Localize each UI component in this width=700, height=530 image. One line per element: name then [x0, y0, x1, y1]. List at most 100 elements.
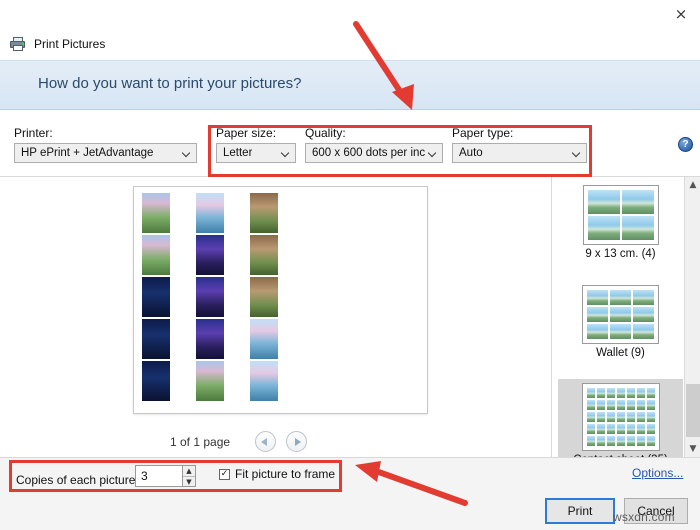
layout-cell — [621, 190, 654, 214]
contact-sheet-thumbnail — [250, 193, 278, 233]
layout-cell — [596, 388, 605, 398]
contact-sheet-thumbnail — [196, 319, 224, 359]
printer-label: Printer: — [14, 126, 53, 140]
layout-cell — [646, 400, 655, 410]
layout-cell — [616, 424, 625, 434]
layout-cell — [587, 216, 620, 240]
layout-cell — [636, 424, 645, 434]
layout-cell — [616, 436, 625, 446]
contact-sheet-row — [142, 319, 322, 359]
close-icon[interactable]: × — [666, 2, 696, 26]
app-header: Print Pictures — [0, 28, 700, 60]
header-banner: How do you want to print your pictures? — [0, 60, 700, 110]
contact-sheet-thumbnail — [142, 235, 170, 275]
options-link[interactable]: Options... — [632, 466, 683, 480]
layout-cell — [633, 307, 654, 322]
layout-cell — [587, 307, 608, 322]
layout-cell — [596, 412, 605, 422]
copies-settings-highlight — [9, 460, 342, 492]
layout-cell — [596, 400, 605, 410]
layout-cell — [586, 424, 595, 434]
layout-cell — [610, 307, 631, 322]
layout-cell — [610, 324, 631, 339]
layout-list[interactable]: 9 x 13 cm. (4) Wallet (9) Contact sheet (3… — [551, 177, 700, 469]
next-page-button[interactable] — [286, 431, 307, 452]
layout-thumbnail — [581, 383, 660, 451]
layout-thumbnail — [582, 185, 659, 245]
layout-cell — [636, 388, 645, 398]
layout-cell — [626, 436, 635, 446]
contact-sheet-thumbnail — [250, 235, 278, 275]
layout-cell — [626, 388, 635, 398]
layout-thumbnail — [582, 285, 659, 344]
printer-select[interactable]: HP ePrint + JetAdvantage — [14, 143, 197, 163]
contact-sheet-thumbnail — [142, 361, 170, 401]
contact-sheet-thumbnail — [196, 277, 224, 317]
layout-cell — [626, 400, 635, 410]
layout-scrollbar[interactable]: ▲ ▼ — [684, 177, 700, 457]
layout-cell — [586, 400, 595, 410]
layout-option-label: Wallet (9) — [596, 347, 645, 359]
layout-cell — [586, 436, 595, 446]
contact-sheet-grid — [142, 193, 322, 403]
print-button[interactable]: Print — [545, 498, 615, 524]
layout-cell — [596, 424, 605, 434]
layout-cell — [606, 436, 615, 446]
chevron-down-icon — [183, 149, 192, 158]
page-status: 1 of 1 page — [170, 435, 231, 449]
app-title: Print Pictures — [34, 37, 106, 51]
contact-sheet-thumbnail — [142, 319, 170, 359]
layout-cell — [646, 436, 655, 446]
contact-sheet-thumbnail — [250, 319, 278, 359]
layout-cell — [636, 400, 645, 410]
layout-cell — [616, 412, 625, 422]
page-title: How do you want to print your pictures? — [38, 75, 302, 92]
scrollbar-thumb[interactable] — [686, 384, 700, 437]
contact-sheet-row — [142, 277, 322, 317]
layout-cell — [646, 388, 655, 398]
printer-field: Printer: HP ePrint + JetAdvantage — [14, 126, 197, 163]
contact-sheet-row — [142, 361, 322, 401]
layout-option[interactable]: Wallet (9) — [558, 281, 683, 362]
layout-cell — [636, 436, 645, 446]
layout-cell — [587, 290, 608, 305]
layout-cell — [633, 290, 654, 305]
title-bar: × — [0, 0, 700, 28]
layout-cell — [610, 290, 631, 305]
contact-sheet-row — [142, 235, 322, 275]
watermark: wsxdn.com — [613, 510, 675, 524]
layout-option[interactable]: Contact sheet (35) — [558, 379, 683, 469]
layout-cell — [587, 324, 608, 339]
layout-cell — [606, 424, 615, 434]
contact-sheet-thumbnail — [196, 235, 224, 275]
print-preview-pane — [0, 177, 551, 429]
layout-cell — [606, 412, 615, 422]
layout-cell — [646, 424, 655, 434]
layout-option[interactable]: 9 x 13 cm. (4) — [558, 181, 683, 263]
scroll-up-icon[interactable]: ▲ — [685, 177, 700, 193]
layout-cell — [621, 216, 654, 240]
layout-option-label: 9 x 13 cm. (4) — [585, 248, 656, 260]
preview-page — [133, 186, 428, 414]
layout-cell — [586, 412, 595, 422]
scroll-down-icon[interactable]: ▼ — [685, 441, 700, 457]
contact-sheet-row — [142, 193, 322, 233]
layout-cell — [626, 412, 635, 422]
contact-sheet-thumbnail — [250, 361, 278, 401]
page-navigation: 1 of 1 page — [0, 429, 551, 457]
layout-cell — [626, 424, 635, 434]
contact-sheet-thumbnail — [196, 193, 224, 233]
printer-icon — [10, 36, 27, 52]
previous-page-button[interactable] — [255, 431, 276, 452]
help-icon[interactable]: ? — [678, 137, 693, 152]
paper-settings-highlight — [208, 125, 592, 177]
layout-cell — [587, 190, 620, 214]
print-pictures-dialog: × Print Pictures How do you want to prin… — [0, 0, 700, 530]
layout-cell — [616, 388, 625, 398]
layout-cell — [636, 412, 645, 422]
contact-sheet-thumbnail — [142, 193, 170, 233]
contact-sheet-thumbnail — [196, 361, 224, 401]
layout-cell — [606, 400, 615, 410]
layout-cell — [606, 388, 615, 398]
contact-sheet-thumbnail — [142, 277, 170, 317]
